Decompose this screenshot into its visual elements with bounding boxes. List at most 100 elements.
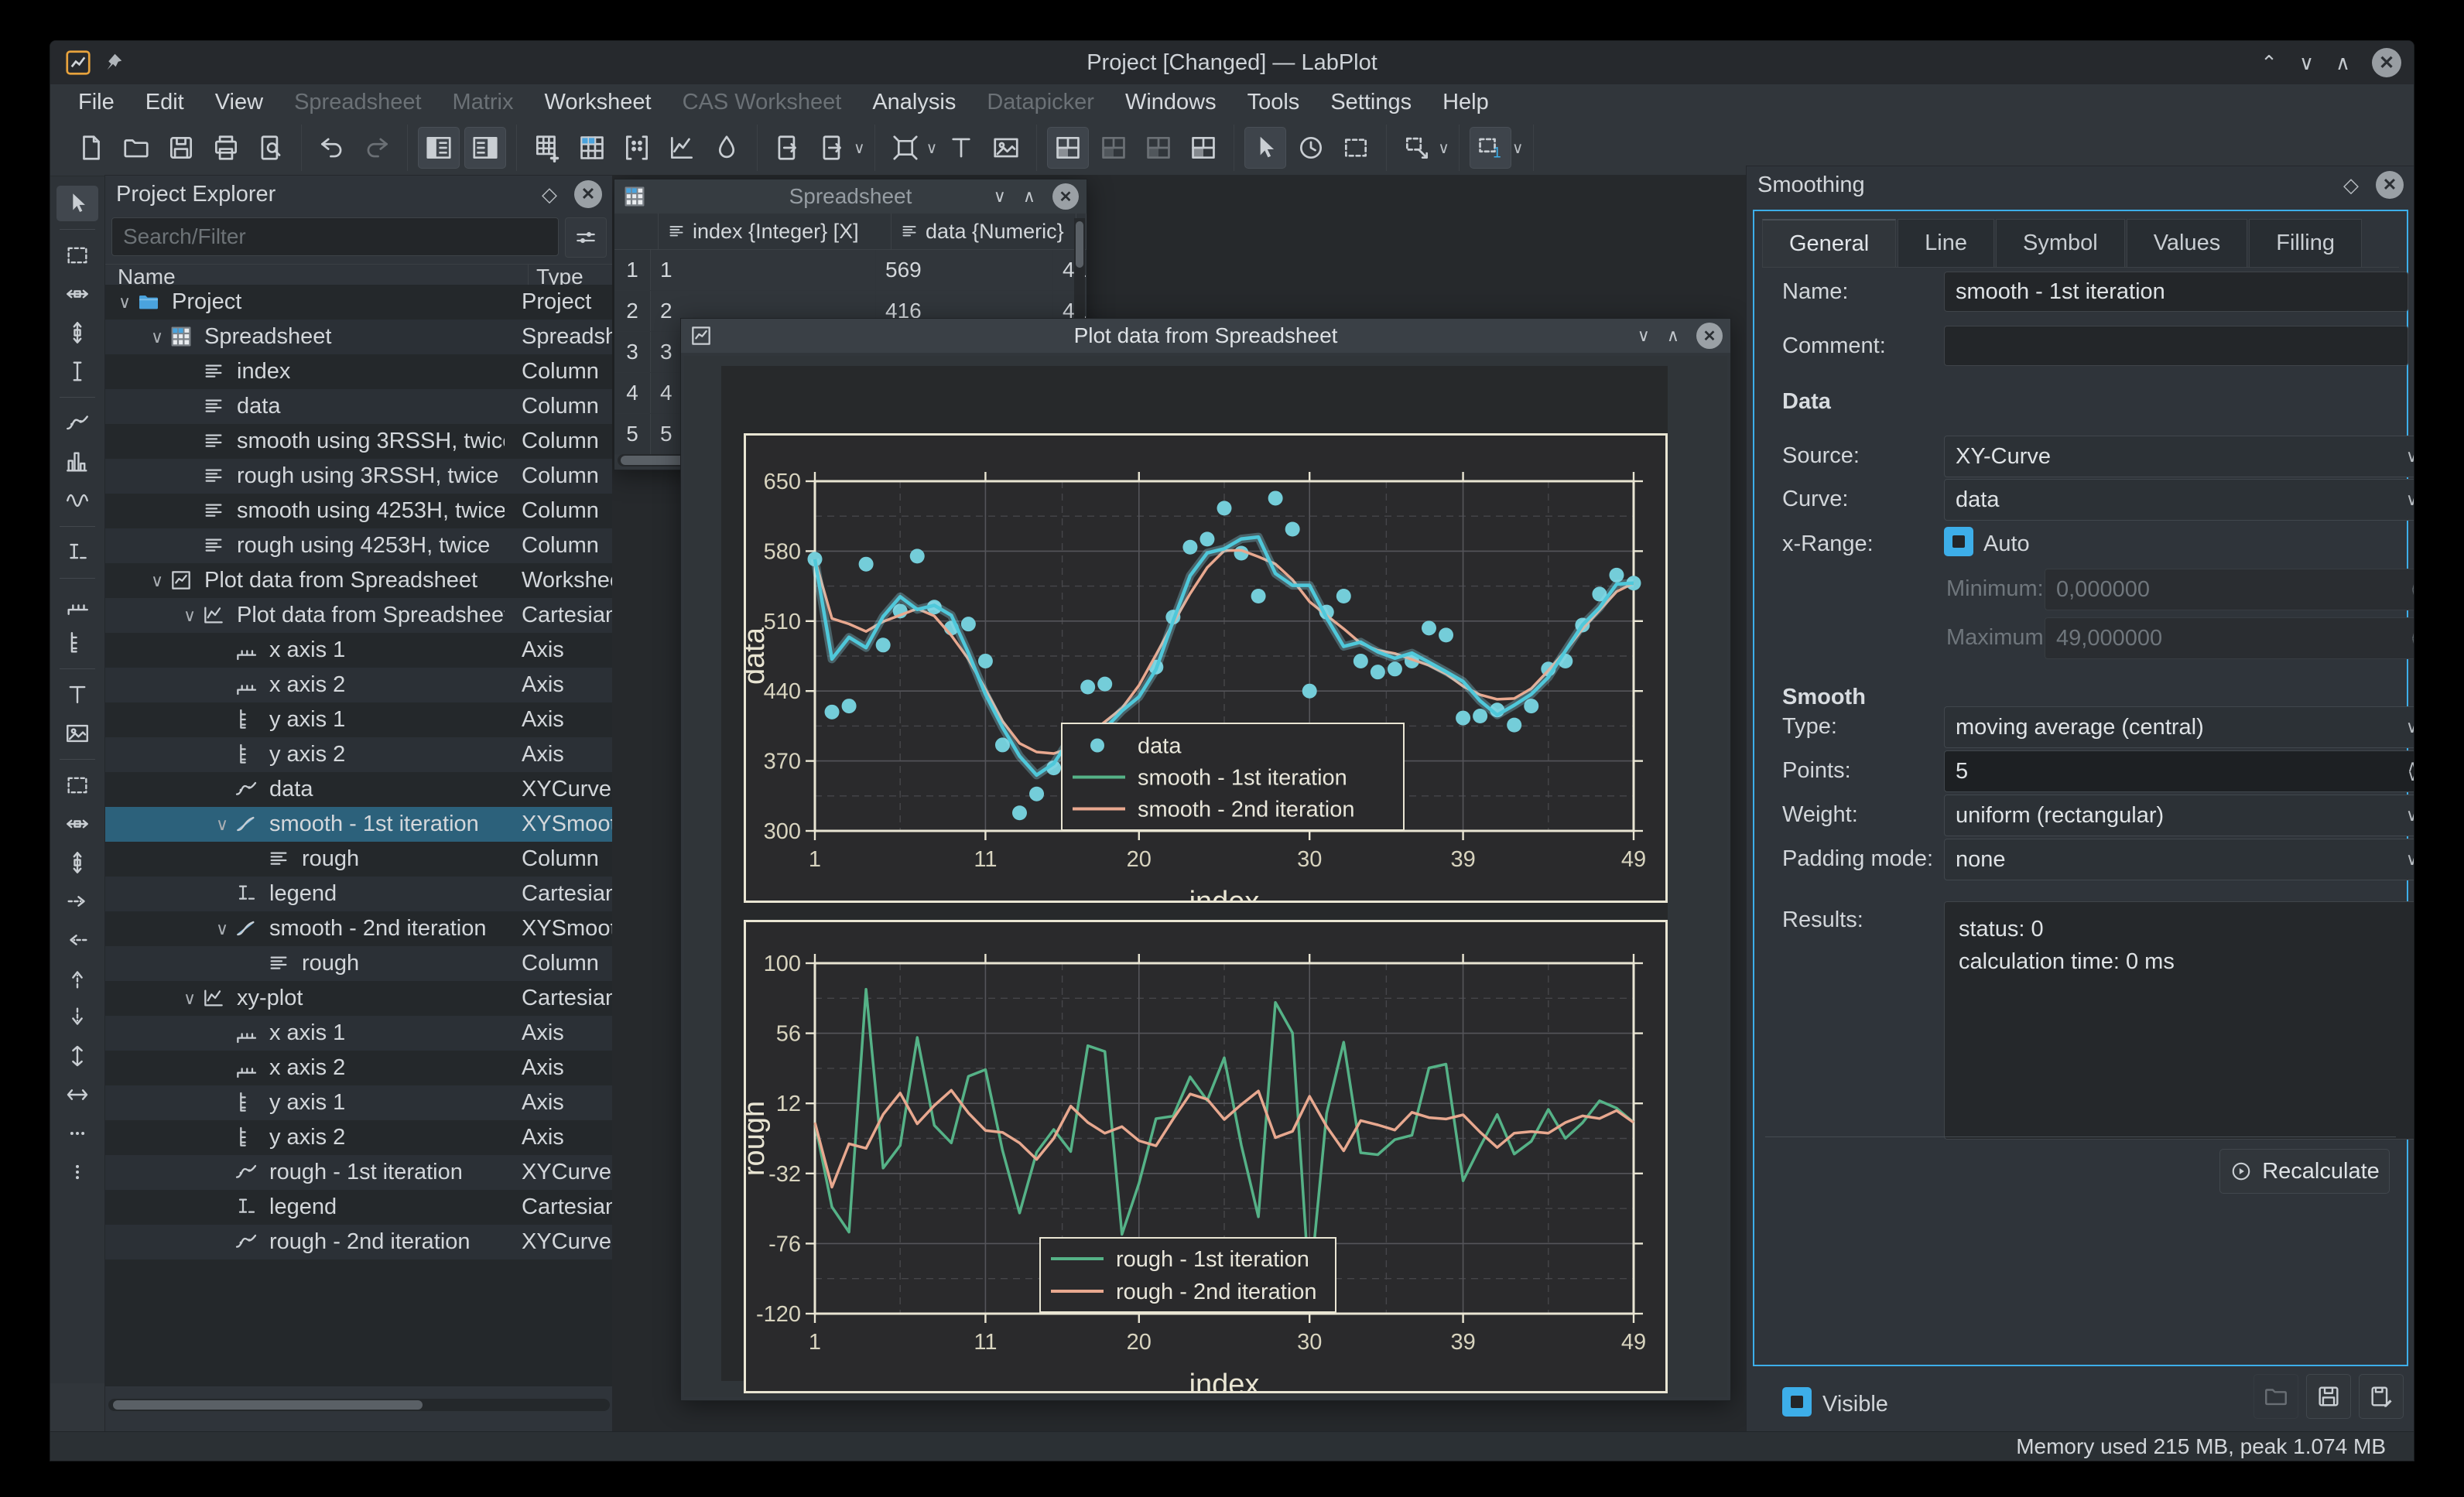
shift-down-y-tool[interactable] xyxy=(56,1000,98,1035)
layout-edit-button[interactable] xyxy=(1183,128,1223,168)
print-button[interactable] xyxy=(206,128,246,168)
cursor-tool-button[interactable] xyxy=(1291,128,1331,168)
shift-right-x-tool[interactable] xyxy=(56,884,98,919)
tab-filling[interactable]: Filling xyxy=(2249,219,2362,267)
tree-row-xy-plot[interactable]: ∨xy-plotCartesianPlot xyxy=(105,981,613,1016)
layout-vertical-button[interactable] xyxy=(1047,127,1089,169)
maximize-icon[interactable]: ∧ xyxy=(2336,53,2350,73)
close-dock-icon[interactable]: ✕ xyxy=(2376,171,2404,199)
tree-row-rough[interactable]: roughColumn xyxy=(105,842,613,877)
zoom-x-range-tool[interactable] xyxy=(56,806,98,842)
tree-row-smooth-using-3rssh-twice[interactable]: smooth using 3RSSH, twiceColumn xyxy=(105,424,613,459)
shade-window-icon[interactable]: ∨ xyxy=(1638,326,1650,346)
tree-row-rough-1st-iteration[interactable]: rough - 1st iterationXYCurve xyxy=(105,1155,613,1190)
tree-row-data[interactable]: dataXYCurve xyxy=(105,772,613,807)
tree-row-legend[interactable]: legendCartesianPlotLegend xyxy=(105,1190,613,1225)
close-window-button[interactable]: ✕ xyxy=(2372,48,2401,77)
tab-symbol[interactable]: Symbol xyxy=(1996,219,2125,267)
tree-row-plot-data-from-spreadsheet[interactable]: ∨Plot data from SpreadsheetWorksheet xyxy=(105,563,613,598)
collapse-icon[interactable]: ∨ xyxy=(178,606,201,626)
auto-checkbox[interactable] xyxy=(1944,527,1973,556)
tree-row-y-axis-1[interactable]: y axis 1Axis xyxy=(105,1085,613,1120)
select-region-button[interactable] xyxy=(1336,128,1376,168)
collapse-icon[interactable]: ∨ xyxy=(145,571,169,591)
tree-row-y-axis-2[interactable]: y axis 2Axis xyxy=(105,1120,613,1155)
tab-values[interactable]: Values xyxy=(2127,219,2248,267)
collapse-icon[interactable]: ∨ xyxy=(210,815,234,835)
menu-edit[interactable]: Edit xyxy=(133,87,197,118)
tree-row-plot-data-from-spreadsheet[interactable]: ∨Plot data from SpreadsheetCartesianPlot xyxy=(105,598,613,633)
menu-help[interactable]: Help xyxy=(1430,87,1501,118)
tree-row-legend[interactable]: legendCartesianPlotLegend xyxy=(105,877,613,911)
tree-row-rough-using-3rssh-twice[interactable]: rough using 3RSSH, twiceColumn xyxy=(105,459,613,494)
cell-index[interactable]: 1 xyxy=(651,250,876,290)
tab-general[interactable]: General xyxy=(1762,219,1896,267)
tree-row-y-axis-1[interactable]: y axis 1Axis xyxy=(105,702,613,737)
zoom-mode-button[interactable] xyxy=(885,128,926,168)
plot-window-titlebar[interactable]: Plot data from Spreadsheet ∨ ∧ ✕ xyxy=(681,319,1730,353)
new-matrix-button[interactable] xyxy=(617,128,657,168)
menu-file[interactable]: File xyxy=(66,87,127,118)
points-spinbox[interactable]: 5∧∨ xyxy=(1944,750,2414,792)
type-dropdown[interactable]: moving average (central)∨ xyxy=(1944,706,2414,748)
layout-horizontal-button[interactable] xyxy=(1093,128,1134,168)
menu-windows[interactable]: Windows xyxy=(1113,87,1229,118)
tree-row-spreadsheet[interactable]: ∨SpreadsheetSpreadsheet xyxy=(105,320,613,354)
smoothing-titlebar[interactable]: Smoothing ◇ ✕ xyxy=(1747,166,2414,203)
open-project-button[interactable] xyxy=(116,128,156,168)
tree-row-x-axis-1[interactable]: x axis 1Axis xyxy=(105,1016,613,1051)
chart-rough-plot[interactable]: 11120303949-120-76-321256100indexroughro… xyxy=(744,920,1668,1393)
print-preview-button[interactable] xyxy=(251,128,291,168)
tab-line[interactable]: Line xyxy=(1898,219,1994,267)
tree-row-x-axis-2[interactable]: x axis 2Axis xyxy=(105,1051,613,1085)
new-worksheet-button[interactable] xyxy=(662,128,702,168)
tree-row-index[interactable]: indexColumn xyxy=(105,354,613,389)
zoom-y-select-tool[interactable] xyxy=(56,315,98,350)
tree-row-data[interactable]: dataColumn xyxy=(105,389,613,424)
restore-window-icon[interactable]: ∧ xyxy=(1023,186,1035,207)
padding-mode-dropdown[interactable]: none∨ xyxy=(1944,839,2414,880)
column-header-data[interactable]: data {Numeric} xyxy=(891,214,1076,249)
zoom-in-tool[interactable] xyxy=(56,767,98,803)
tree-row-smooth-1st-iteration[interactable]: ∨smooth - 1st iterationXYSmooth xyxy=(105,807,613,842)
zoom-x-select-tool[interactable] xyxy=(56,276,98,312)
scale-auto-x-tool[interactable] xyxy=(56,1038,98,1074)
more-tools-1[interactable] xyxy=(56,1116,98,1151)
undo-button[interactable] xyxy=(312,128,352,168)
add-image-button[interactable] xyxy=(986,128,1026,168)
export-button[interactable] xyxy=(768,128,808,168)
save-config-button[interactable] xyxy=(2306,1374,2351,1419)
restore-window-icon[interactable]: ∧ xyxy=(1667,326,1679,346)
add-image-tool[interactable] xyxy=(56,716,98,751)
spreadsheet-header[interactable]: index {Integer} [X]data {Numeric} xyxy=(614,214,1087,250)
add-x-axis-tool[interactable] xyxy=(56,586,98,622)
shade-window-icon[interactable]: ∨ xyxy=(994,186,1006,207)
search-input[interactable] xyxy=(111,217,559,256)
redo-button[interactable] xyxy=(357,128,397,168)
titlebar[interactable]: Project [Changed] — LabPlot ⌃ ∨ ∧ ✕ xyxy=(50,41,2414,84)
weight-dropdown[interactable]: uniform (rectangular)∨ xyxy=(1944,795,2414,836)
spreadsheet-titlebar[interactable]: Spreadsheet ∨ ∧ ✕ xyxy=(614,179,1087,214)
new-spreadsheet-button[interactable] xyxy=(527,128,567,168)
minimize-icon[interactable]: ∨ xyxy=(2299,53,2314,73)
zoom-select-button[interactable] xyxy=(1397,128,1437,168)
spreadsheet-row[interactable]: 1156941 xyxy=(614,250,1087,291)
add-legend-tool[interactable] xyxy=(56,535,98,570)
float-dock-icon[interactable]: ◇ xyxy=(2343,173,2359,197)
worksheet-view[interactable]: 11120303949300370440510580650indexdatada… xyxy=(684,356,1727,1397)
visible-checkbox[interactable] xyxy=(1782,1387,1812,1417)
menu-settings[interactable]: Settings xyxy=(1318,87,1424,118)
close-dock-icon[interactable]: ✕ xyxy=(574,180,602,208)
tree-row-rough[interactable]: roughColumn xyxy=(105,946,613,981)
add-y-axis-tool[interactable] xyxy=(56,625,98,661)
tree-hscrollbar[interactable] xyxy=(108,1399,610,1411)
tree-row-rough-2nd-iteration[interactable]: rough - 2nd iterationXYCurve xyxy=(105,1225,613,1259)
close-plot-window-icon[interactable]: ✕ xyxy=(1696,323,1723,349)
pointer-tool-button[interactable] xyxy=(1244,127,1286,169)
tree-row-x-axis-2[interactable]: x axis 2Axis xyxy=(105,668,613,702)
recalculate-button[interactable]: Recalculate xyxy=(2219,1149,2390,1194)
zoom-mode-button-chevron-icon[interactable]: ∨ xyxy=(926,138,938,158)
save-config-as-button[interactable] xyxy=(2359,1374,2404,1419)
project-explorer-titlebar[interactable]: Project Explorer ◇ ✕ xyxy=(105,176,613,213)
new-project-button[interactable] xyxy=(71,128,111,168)
